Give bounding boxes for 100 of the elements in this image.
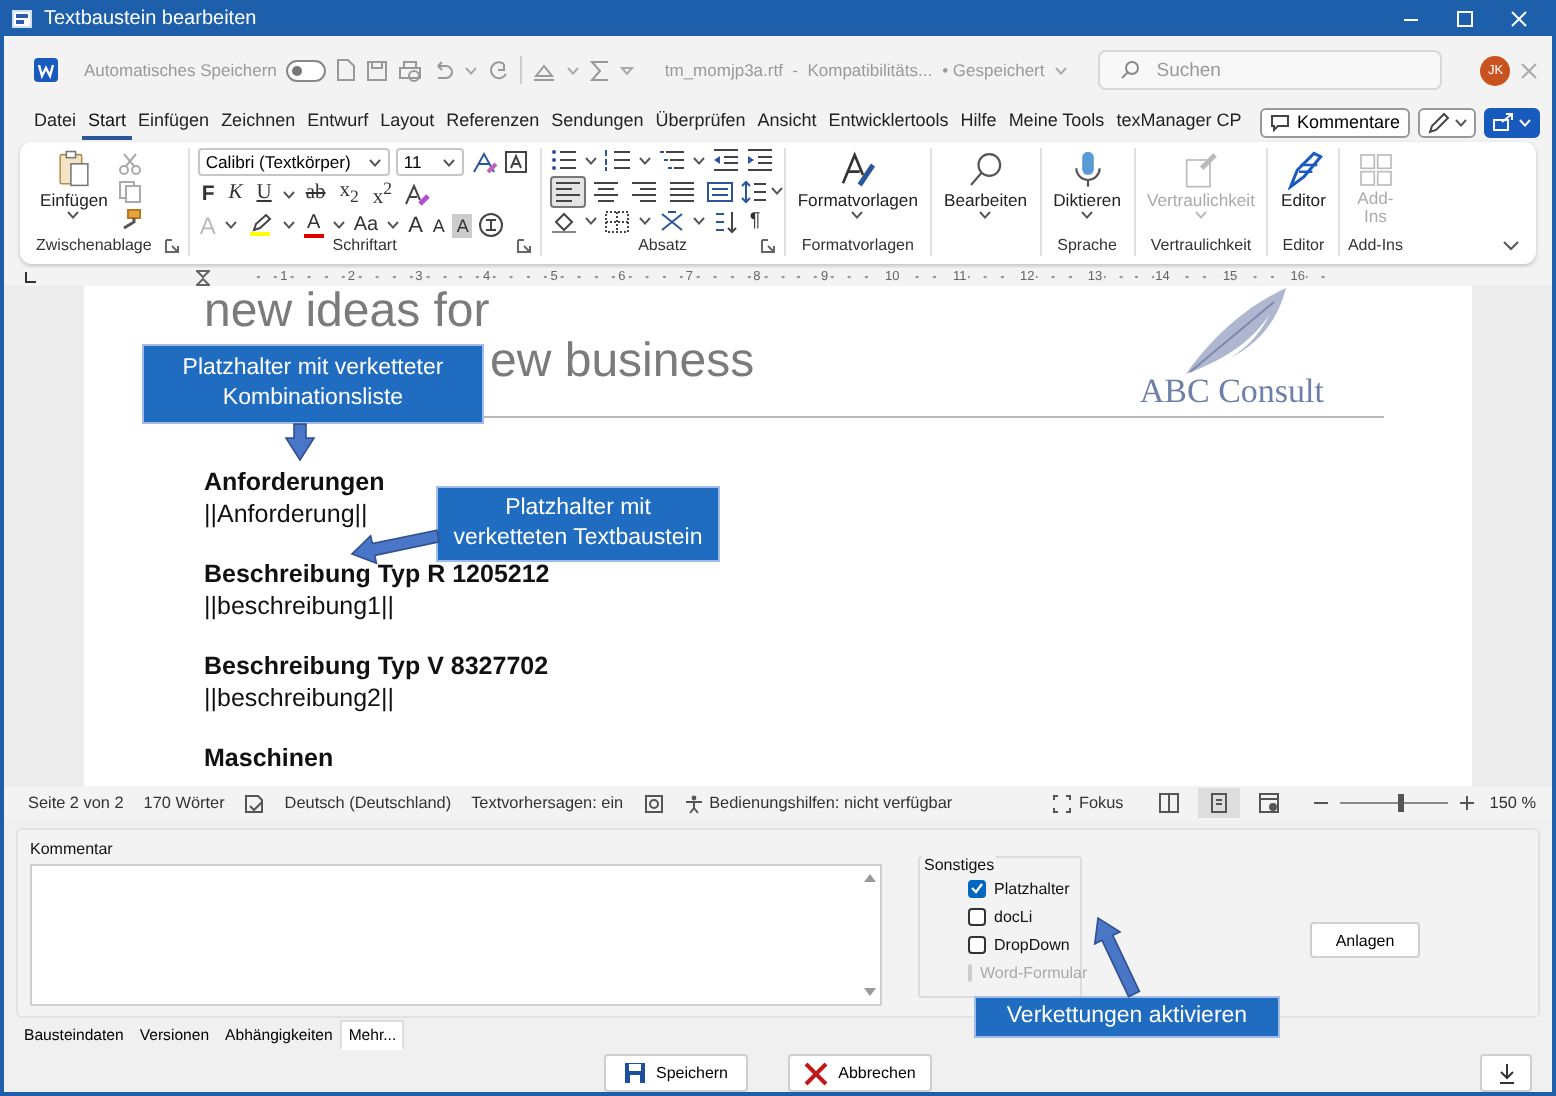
character-shading-button[interactable]: A: [452, 213, 473, 237]
document-heading: Anforderungen: [204, 466, 385, 498]
zoom-out-icon[interactable]: [1313, 796, 1328, 810]
sub-button[interactable]: x$_{2}$: [335, 179, 363, 209]
zoom-level[interactable]: 150 %: [1489, 794, 1536, 812]
caret-icon: [583, 155, 598, 166]
underline-button[interactable]: U: [252, 182, 276, 206]
ribbon-tab[interactable]: Überprüfen: [649, 105, 752, 139]
editor-button[interactable]: Editor: [1276, 148, 1330, 234]
autosave-toggle[interactable]: [286, 59, 327, 81]
change-case-button[interactable]: Aa: [351, 215, 381, 235]
paste-button[interactable]: Einfügen: [36, 148, 112, 234]
comments-button[interactable]: Kommentare: [1260, 107, 1410, 137]
search-box[interactable]: Suchen: [1098, 50, 1443, 90]
ribbon-tab[interactable]: Einfügen: [132, 105, 216, 139]
cancel-button[interactable]: Abbrechen: [788, 1054, 932, 1092]
download-button[interactable]: [1480, 1054, 1532, 1092]
attachments-button[interactable]: Anlagen: [1310, 922, 1420, 958]
multilevel-list-icon[interactable]: [657, 148, 686, 173]
option-checkbox[interactable]: docLi: [968, 906, 1080, 926]
asian-layout-icon[interactable]: [657, 209, 686, 234]
enclosed-character-icon[interactable]: [478, 212, 505, 238]
proofing-icon[interactable]: [244, 793, 265, 813]
placeholder-field: ||Anforderung||: [204, 498, 368, 530]
bullet-list-icon[interactable]: [549, 148, 578, 173]
ribbon-tab[interactable]: Entwurf: [301, 105, 375, 139]
option-checkbox[interactable]: DropDown: [968, 934, 1080, 954]
dialog-launcher-icon[interactable]: [163, 237, 180, 253]
word-count[interactable]: 170 Wörter: [143, 794, 225, 812]
maximize-icon[interactable]: [1456, 9, 1474, 27]
word-logo-icon[interactable]: [34, 58, 58, 82]
indent-marker-icon[interactable]: [196, 269, 210, 285]
search-button[interactable]: Bearbeiten: [940, 148, 1032, 234]
macro-icon[interactable]: [643, 793, 664, 813]
ribbon-tab[interactable]: Hilfe: [954, 105, 1003, 139]
ribbon-tab[interactable]: Meine Tools: [1002, 105, 1111, 139]
ribbon-tab[interactable]: Datei: [28, 105, 83, 139]
document-title: ew business: [490, 336, 755, 386]
styles-button[interactable]: Formatvorlagen: [793, 148, 922, 234]
placeholder-field: ||beschreibung1||: [204, 590, 394, 622]
decrease-indent-icon[interactable]: [711, 148, 740, 173]
tab-stop-icon[interactable]: [24, 271, 36, 283]
share-icon: [1492, 112, 1514, 132]
ribbon-tab[interactable]: Entwicklertools: [822, 105, 955, 139]
save-icon[interactable]: [366, 59, 389, 81]
group-label: Zwischenablage: [36, 236, 152, 254]
predictions-status[interactable]: Textvorhersagen: ein: [471, 794, 624, 812]
print-view-button[interactable]: [1197, 788, 1240, 818]
search-field[interactable]: Suchen: [1156, 54, 1437, 86]
print-icon[interactable]: [398, 59, 423, 81]
sort-icon[interactable]: [711, 209, 740, 234]
ribbon-tab[interactable]: Referenzen: [440, 105, 546, 139]
dialog-launcher-icon[interactable]: [759, 238, 776, 254]
redo-icon[interactable]: [488, 59, 511, 81]
undo-icon[interactable]: [432, 59, 455, 81]
italic-button[interactable]: K: [224, 182, 247, 206]
clear-formatting-icon[interactable]: [469, 150, 498, 174]
strike-button[interactable]: ab: [301, 182, 330, 206]
paint-bucket-icon[interactable]: [549, 209, 578, 234]
accessibility-status[interactable]: Bedienungshilfen: nicht verfügbar: [683, 793, 953, 813]
focus-icon: [1052, 793, 1073, 813]
increase-indent-icon[interactable]: [745, 148, 774, 173]
line-spacing-icon[interactable]: [739, 179, 768, 203]
ribbon-tab[interactable]: Sendungen: [545, 105, 650, 139]
ribbon-tab[interactable]: Layout: [374, 105, 441, 139]
font-size-dropdown[interactable]: 11: [395, 148, 464, 176]
dialog-launcher-icon[interactable]: [515, 238, 532, 254]
grow-font-button[interactable]: A: [406, 215, 425, 235]
editing-mode-button[interactable]: [1418, 107, 1476, 137]
dictate-button[interactable]: Diktieren: [1049, 148, 1125, 234]
shrink-font-button[interactable]: A: [430, 215, 447, 235]
language-status[interactable]: Deutsch (Deutschland): [284, 794, 452, 812]
ribbon-tab[interactable]: Ansicht: [751, 105, 823, 139]
page-count[interactable]: Seite 2 von 2: [28, 794, 124, 812]
comment-icon: [1270, 113, 1291, 131]
shapes-icon[interactable]: [532, 59, 557, 81]
eraser-icon[interactable]: [402, 182, 431, 206]
new-document-icon[interactable]: [336, 58, 357, 82]
sum-icon[interactable]: [590, 59, 611, 81]
super-button[interactable]: x$^{2}$: [368, 176, 397, 212]
autosave-label: Automatisches Speichern: [84, 60, 277, 80]
download-icon: [1497, 1063, 1515, 1083]
zoom-in-icon[interactable]: [1459, 796, 1474, 810]
show-marks-button[interactable]: ¶: [745, 210, 765, 233]
font-name-dropdown[interactable]: Calibri (Textkörper): [197, 148, 390, 176]
font-color-button[interactable]: A: [304, 213, 323, 233]
collapse-ribbon-icon[interactable]: [1502, 240, 1520, 252]
borders-icon[interactable]: [603, 209, 632, 234]
annotation-callout: Platzhalter mit verketteten Textbaustein: [436, 486, 720, 562]
zoom-slider-thumb[interactable]: [1398, 794, 1405, 812]
save-button[interactable]: Speichern: [604, 1054, 748, 1092]
ribbon-tab[interactable]: Zeichnen: [215, 105, 302, 139]
focus-button[interactable]: Fokus: [1052, 793, 1124, 813]
numbered-list-icon[interactable]: [603, 148, 632, 173]
share-button[interactable]: [1484, 107, 1540, 137]
ribbon-tab[interactable]: texManager CP: [1110, 105, 1248, 139]
option-checkbox[interactable]: Platzhalter: [968, 878, 1080, 898]
character-border-icon[interactable]: [503, 150, 528, 174]
add-ins-icon: [1355, 150, 1396, 190]
bold-button[interactable]: F: [197, 182, 219, 206]
